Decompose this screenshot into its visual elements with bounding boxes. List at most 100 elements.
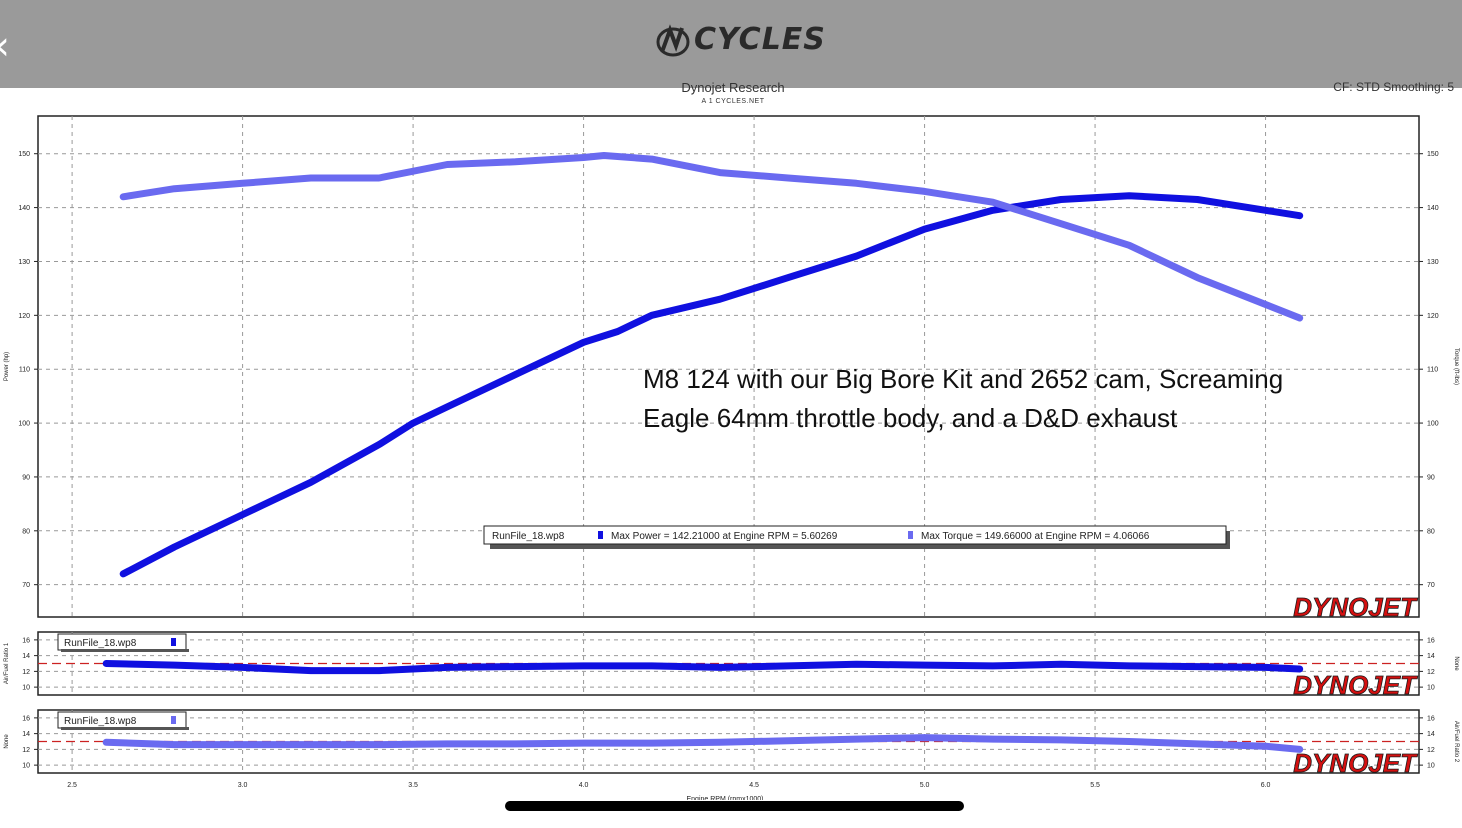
y-axis-label-left: None (4, 734, 10, 749)
y-tick-label-left: 16 (22, 637, 30, 644)
legend-torque-swatch (908, 531, 913, 539)
data-point-power (514, 666, 516, 668)
y-tick-label-left: 12 (22, 669, 30, 676)
legend-swatch (171, 716, 176, 724)
data-point-torque (787, 177, 789, 179)
dynojet-watermark: DYNOJET (1293, 748, 1418, 778)
data-point-torque (855, 182, 857, 184)
y-tick-label-left: 80 (22, 528, 30, 535)
data-point-power (719, 666, 721, 668)
data-point-power (787, 665, 789, 667)
y-tick-label-right: 100 (1427, 421, 1439, 428)
data-point-torque (719, 741, 721, 743)
y-tick-label-right: 14 (1427, 731, 1435, 738)
data-point-power (446, 666, 448, 668)
y-tick-label-left: 10 (22, 763, 30, 770)
data-point-torque (1196, 277, 1198, 279)
data-point-power (924, 228, 926, 230)
x-tick-label: 3.0 (238, 782, 248, 789)
data-point-power (122, 573, 124, 575)
logo-mark-icon (656, 24, 690, 57)
data-point-torque (514, 743, 516, 745)
data-point-power (173, 546, 175, 548)
data-point-torque (1196, 743, 1198, 745)
data-point-power (855, 255, 857, 257)
x-tick-label: 5.0 (920, 782, 930, 789)
data-point-power (514, 374, 516, 376)
legend-file-label: RunFile_18.wp8 (492, 531, 565, 542)
data-point-power (310, 670, 312, 672)
data-point-torque (310, 744, 312, 746)
y-axis-label-right: Air/Fuel Ratio 2 (1453, 721, 1459, 763)
y-tick-label-right: 10 (1427, 763, 1435, 770)
y-tick-label-right: 16 (1427, 715, 1435, 722)
legend-max-torque: Max Torque = 149.66000 at Engine RPM = 4… (921, 531, 1150, 542)
y-tick-label-right: 140 (1427, 205, 1439, 212)
subchart-legend: RunFile_18.wp8 (57, 711, 189, 730)
legend-swatch (171, 638, 176, 646)
data-point-torque (1060, 223, 1062, 225)
y-tick-label-right: 110 (1427, 367, 1438, 374)
y-axis-label-right: Torque (ft-lbs) (1453, 348, 1459, 385)
data-point-torque (310, 177, 312, 179)
data-point-torque (603, 155, 605, 157)
y-tick-label-left: 100 (18, 421, 30, 428)
data-point-torque (514, 161, 516, 163)
data-point-power (1196, 666, 1198, 668)
x-tick-label: 6.0 (1261, 782, 1271, 789)
data-point-torque (1265, 745, 1267, 747)
data-point-torque (924, 737, 926, 739)
data-point-power (173, 664, 175, 666)
annotation-line-2: Eagle 64mm throttle body, and a D&D exha… (643, 403, 1178, 433)
data-point-power (583, 665, 585, 667)
data-point-power (651, 665, 653, 667)
data-point-torque (583, 156, 585, 158)
data-point-power (583, 341, 585, 343)
legend-shadow (61, 727, 189, 730)
data-point-torque (378, 744, 380, 746)
dynojet-watermark: DYNOJET (1293, 592, 1418, 622)
home-indicator[interactable] (505, 801, 964, 811)
y-tick-label-right: 120 (1427, 313, 1439, 320)
back-chevron-icon[interactable]: ‹ (0, 26, 10, 66)
dynojet-watermark: DYNOJET (1293, 670, 1418, 700)
data-point-power (1128, 195, 1130, 197)
data-point-power (651, 314, 653, 316)
annotation-line-1: M8 124 with our Big Bore Kit and 2652 ca… (643, 364, 1283, 394)
legend-shadow (61, 649, 189, 652)
data-point-torque (139, 193, 141, 195)
chart-header-title: Dynojet Research (681, 80, 785, 95)
y-tick-label-right: 130 (1427, 259, 1439, 266)
data-point-torque (855, 738, 857, 740)
data-point-power (1299, 215, 1301, 217)
data-point-power (1128, 665, 1130, 667)
data-point-torque (1299, 317, 1301, 319)
y-axis-label-right: None (1453, 656, 1459, 671)
data-point-power (1060, 663, 1062, 665)
y-axis-label-left: Power (hp) (4, 352, 10, 381)
y-tick-label-right: 10 (1427, 685, 1435, 692)
data-point-torque (924, 190, 926, 192)
data-point-torque (1265, 304, 1267, 306)
y-tick-label-right: 14 (1427, 653, 1435, 660)
y-tick-label-left: 140 (18, 205, 30, 212)
data-point-power (719, 298, 721, 300)
y-tick-label-right: 16 (1427, 637, 1435, 644)
data-point-power (1196, 199, 1198, 200)
y-tick-label-left: 110 (19, 367, 30, 374)
chart-panel-2: 10 10 12 12 14 14 16 16 Air/Fuel Ratio 1 None RunF… (4, 631, 1459, 700)
data-point-torque (122, 196, 124, 198)
data-point-torque (1128, 244, 1130, 246)
data-point-torque (242, 744, 244, 746)
data-point-power (105, 663, 107, 664)
main-legend: RunFile_18.wp8 Max Power = 142.21000 at E… (483, 525, 1230, 549)
y-tick-label-right: 80 (1427, 528, 1435, 535)
data-point-power (1265, 666, 1267, 668)
y-tick-label-right: 90 (1427, 474, 1435, 481)
data-point-power (924, 664, 926, 666)
chart-header-subtitle: A 1 CYCLES.NET (701, 98, 765, 105)
data-point-torque (719, 172, 721, 174)
y-tick-label-left: 130 (18, 259, 30, 266)
data-point-power (378, 670, 380, 672)
data-point-power (617, 330, 619, 332)
